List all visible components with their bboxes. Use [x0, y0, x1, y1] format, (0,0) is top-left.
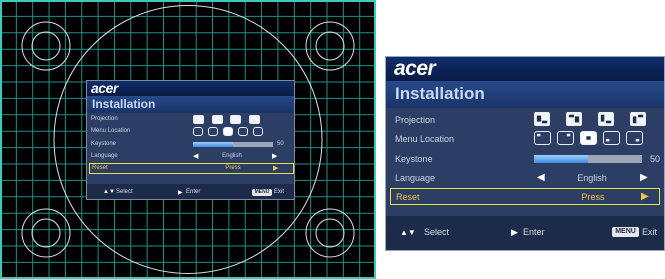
language-next-icon[interactable]: ▶: [640, 172, 648, 183]
bottom-left-icon[interactable]: [603, 131, 620, 145]
rear-desktop-icon[interactable]: [230, 115, 241, 124]
reset-value: Press: [225, 165, 241, 171]
front-ceiling-icon[interactable]: [212, 115, 223, 124]
row-menu-location[interactable]: Menu Location: [386, 131, 664, 148]
select-label: Select: [424, 227, 450, 237]
bottom-left-icon[interactable]: [238, 127, 248, 136]
language-value: English: [577, 173, 607, 183]
language-label: Language: [395, 173, 436, 183]
row-language[interactable]: Language ◀ English ▶: [386, 170, 664, 186]
keystone-label: Keystone: [395, 154, 433, 164]
enter-label: Enter: [523, 227, 545, 237]
acer-logo: acer: [394, 57, 436, 80]
bottom-right-icon[interactable]: [626, 131, 643, 145]
menu-key-icon: MENU: [252, 189, 272, 196]
rear-desktop-icon[interactable]: [598, 112, 614, 126]
exit-label: Exit: [642, 227, 658, 237]
row-projection[interactable]: Projection: [386, 112, 664, 129]
osd-menu: acer Installation Projection Menu Locati…: [385, 56, 665, 251]
osd-title: Installation: [92, 97, 156, 111]
osd-footer: ▲▼ Select ▶ Enter MENU Exit: [87, 184, 294, 199]
bottom-right-icon[interactable]: [253, 127, 263, 136]
front-ceiling-icon[interactable]: [566, 112, 582, 126]
keystone-fill: [193, 142, 233, 147]
osd-footer: ▲▼ Select ▶ Enter MENU Exit: [386, 216, 664, 250]
projection-label: Projection: [395, 115, 436, 125]
row-reset[interactable]: Reset Press ▶: [390, 188, 660, 205]
keystone-value: 50: [650, 154, 661, 164]
top-right-icon[interactable]: [557, 131, 574, 145]
top-right-icon[interactable]: [208, 127, 218, 136]
enter-arrow-icon: ▶: [511, 227, 518, 237]
language-prev-icon[interactable]: ◀: [537, 172, 545, 183]
up-down-arrows-icon: ▲▼: [400, 228, 416, 237]
keystone-slider[interactable]: [193, 142, 273, 147]
front-desktop-icon[interactable]: [534, 112, 550, 126]
enter-arrow-icon: ▶: [178, 190, 183, 196]
osd-body: Projection Menu Location Keystone 50 Lan…: [386, 108, 664, 250]
reset-next-icon[interactable]: ▶: [641, 191, 649, 202]
logo-bar: acer: [386, 57, 664, 81]
row-keystone[interactable]: Keystone 50: [87, 140, 294, 150]
reset-label: Reset: [396, 192, 420, 202]
keystone-value: 50: [277, 141, 284, 147]
language-next-icon[interactable]: ▶: [272, 152, 277, 160]
keystone-slider[interactable]: [534, 155, 642, 163]
top-left-icon[interactable]: [534, 131, 551, 145]
row-reset[interactable]: Reset Press ▶: [89, 163, 294, 174]
acer-logo: acer: [91, 80, 118, 96]
row-keystone[interactable]: Keystone 50: [386, 151, 664, 167]
language-prev-icon[interactable]: ◀: [193, 152, 198, 160]
rear-ceiling-icon[interactable]: [249, 115, 260, 124]
row-language[interactable]: Language ◀ English ▶: [87, 152, 294, 162]
menu-key-icon: MENU: [612, 227, 639, 237]
reset-next-icon[interactable]: ▶: [273, 164, 278, 172]
row-projection[interactable]: Projection: [87, 115, 294, 126]
projected-screen: acer Installation Projection Menu Locati…: [0, 0, 376, 279]
top-left-icon[interactable]: [193, 127, 203, 136]
center-icon[interactable]: [223, 127, 233, 136]
reset-value: Press: [581, 192, 605, 202]
row-menu-location[interactable]: Menu Location: [87, 127, 294, 138]
rear-ceiling-icon[interactable]: [630, 112, 646, 126]
osd-title: Installation: [395, 84, 485, 103]
keystone-fill: [534, 155, 588, 163]
front-desktop-icon[interactable]: [193, 115, 204, 124]
menu-location-label: Menu Location: [395, 134, 455, 144]
center-icon[interactable]: [580, 131, 597, 145]
title-bar: Installation: [386, 81, 664, 108]
up-down-arrows-icon: ▲▼: [103, 189, 115, 195]
language-value: English: [222, 153, 242, 159]
osd-preview: acer Installation Projection Menu Locati…: [86, 80, 295, 200]
